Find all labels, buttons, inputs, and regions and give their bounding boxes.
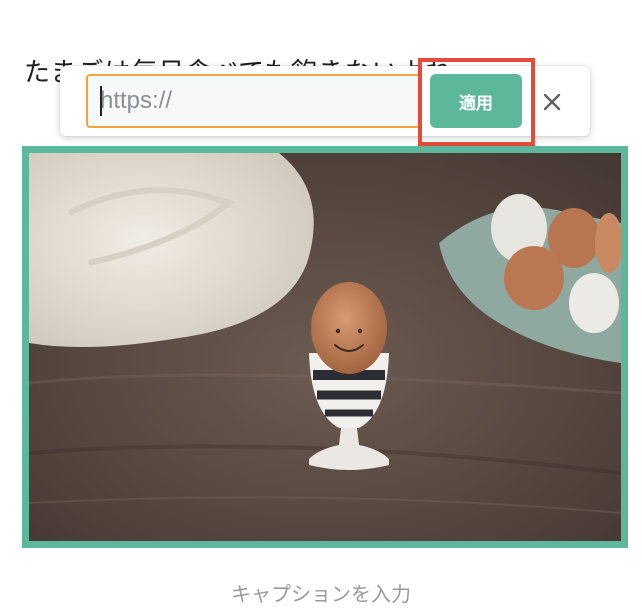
selected-image[interactable]	[22, 146, 628, 548]
editor-page: たまごは毎日食べても飽きないよね 適用	[0, 0, 642, 608]
text-caret	[100, 86, 102, 116]
close-icon[interactable]	[538, 88, 566, 116]
egg-photo	[29, 153, 621, 541]
url-input[interactable]	[86, 74, 422, 128]
caption-input[interactable]: キャプションを入力	[0, 578, 642, 607]
apply-button[interactable]: 適用	[430, 74, 522, 128]
egg	[311, 282, 387, 374]
